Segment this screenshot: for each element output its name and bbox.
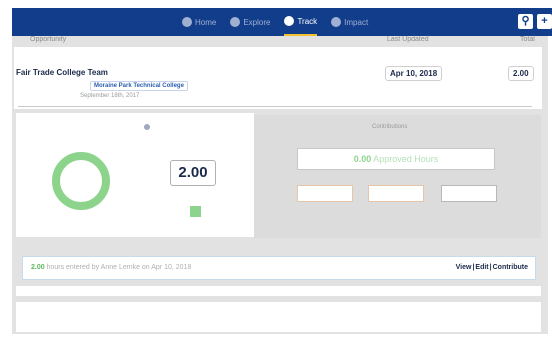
nav-home[interactable]: Home bbox=[182, 8, 216, 36]
entry-description: hours entered by Anne Lemke on Apr 10, 2… bbox=[46, 264, 192, 271]
opportunity-row[interactable] bbox=[14, 47, 542, 109]
nav-explore-label: Explore bbox=[243, 17, 271, 27]
header-last-updated: Last Updated bbox=[387, 36, 429, 43]
contributions-heading: Contributions bbox=[372, 124, 408, 130]
status-pill-rejected bbox=[368, 185, 424, 202]
globe-icon bbox=[331, 17, 342, 27]
track-icon bbox=[284, 16, 295, 26]
hours-donut-chart bbox=[52, 152, 110, 210]
opportunity-start-date: September 18th, 2017 bbox=[80, 93, 140, 99]
home-icon bbox=[182, 17, 192, 27]
approved-hours-value: 0.00 bbox=[353, 154, 372, 164]
search-icon[interactable]: ⚲ bbox=[518, 14, 533, 29]
view-link[interactable]: View bbox=[456, 264, 472, 271]
approved-hours-box: 0.00 Approved Hours bbox=[297, 148, 495, 170]
contribute-link[interactable]: Contribute bbox=[493, 264, 528, 271]
nav-home-label: Home bbox=[195, 17, 217, 27]
nav-impact-label: Impact bbox=[344, 17, 369, 27]
main-nav: Home Explore Track Impact bbox=[182, 8, 368, 36]
contribution-entry-row: 2.00 hours entered by Anne Lemke on Apr … bbox=[22, 256, 536, 280]
entry-hours: 2.00 bbox=[31, 264, 45, 271]
top-nav-bar: Home Explore Track Impact ⚲ + bbox=[12, 8, 552, 36]
nav-track-label: Track bbox=[297, 16, 318, 26]
footer-panel bbox=[16, 302, 541, 332]
status-pill-pending bbox=[297, 185, 353, 202]
nav-explore[interactable]: Explore bbox=[230, 8, 270, 36]
status-pill-total bbox=[441, 185, 497, 202]
legend-swatch bbox=[190, 206, 201, 217]
nav-impact[interactable]: Impact bbox=[331, 8, 368, 36]
opportunity-total: 2.00 bbox=[508, 66, 534, 81]
entry-actions: View|Edit|Contribute bbox=[455, 264, 528, 271]
organization-chip[interactable]: Moraine Park Technical College bbox=[90, 81, 188, 91]
header-total: Total bbox=[520, 36, 535, 43]
approved-hours-label: Approved Hours bbox=[373, 154, 439, 164]
opportunity-title[interactable]: Fair Trade College Team bbox=[16, 68, 108, 77]
contributions-panel bbox=[254, 115, 541, 238]
last-updated-date: Apr 10, 2018 bbox=[385, 66, 443, 81]
info-icon bbox=[144, 124, 150, 130]
nav-track[interactable]: Track bbox=[284, 8, 318, 36]
add-icon[interactable]: + bbox=[537, 14, 552, 29]
compass-icon bbox=[230, 17, 241, 27]
edit-link[interactable]: Edit bbox=[475, 264, 488, 271]
divider bbox=[18, 106, 532, 107]
header-opportunity: Opportunity bbox=[30, 36, 67, 43]
summary-total: 2.00 bbox=[170, 160, 216, 186]
entry-text: 2.00 hours entered by Anne Lemke on Apr … bbox=[31, 264, 191, 271]
table-header: Opportunity Last Updated Total bbox=[12, 36, 545, 46]
footer-row bbox=[16, 286, 541, 296]
